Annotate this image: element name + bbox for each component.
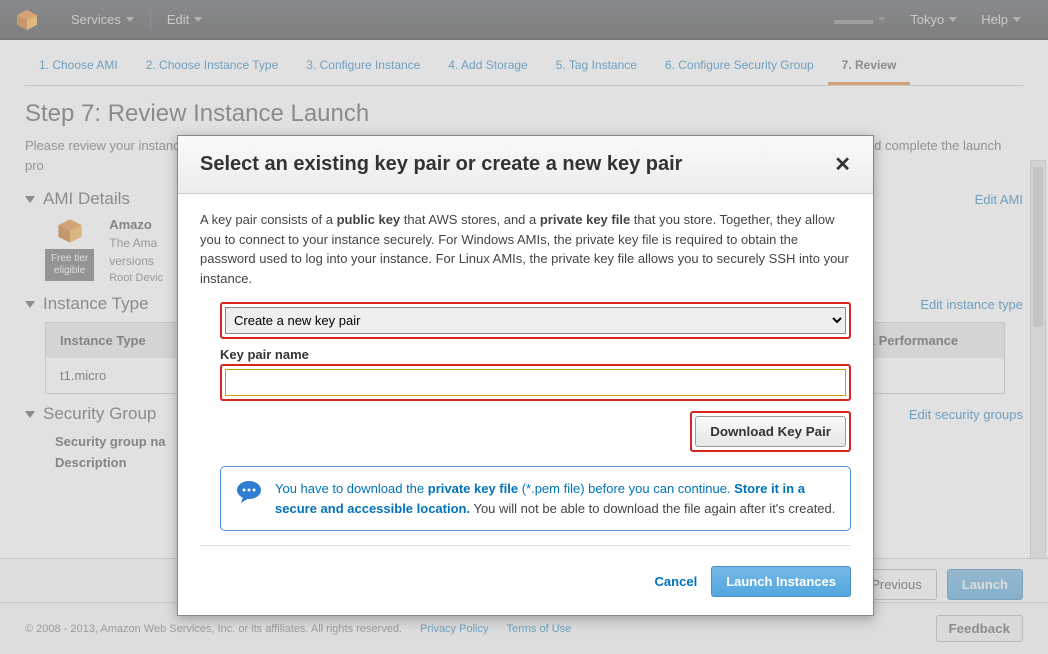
keypair-select-highlight: Create a new key pair [220, 302, 851, 339]
modal-footer: Cancel Launch Instances [178, 554, 873, 615]
modal-header: Select an existing key pair or create a … [178, 136, 873, 194]
cancel-button[interactable]: Cancel [655, 574, 698, 589]
keypair-name-input[interactable] [225, 369, 846, 396]
keypair-modal: Select an existing key pair or create a … [177, 135, 874, 616]
launch-instances-button[interactable]: Launch Instances [711, 566, 851, 597]
close-icon[interactable]: ✕ [834, 152, 851, 177]
chat-info-icon [235, 479, 263, 503]
keypair-name-highlight [220, 364, 851, 401]
info-text: You have to download the private key fil… [275, 479, 836, 518]
info-callout: You have to download the private key fil… [220, 466, 851, 531]
keypair-mode-select[interactable]: Create a new key pair [225, 307, 846, 334]
download-highlight: Download Key Pair [690, 411, 851, 452]
keypair-name-label: Key pair name [220, 347, 851, 362]
divider [200, 545, 851, 546]
download-keypair-button[interactable]: Download Key Pair [695, 416, 846, 447]
modal-description: A key pair consists of a public key that… [200, 210, 851, 288]
modal-title: Select an existing key pair or create a … [200, 153, 682, 176]
